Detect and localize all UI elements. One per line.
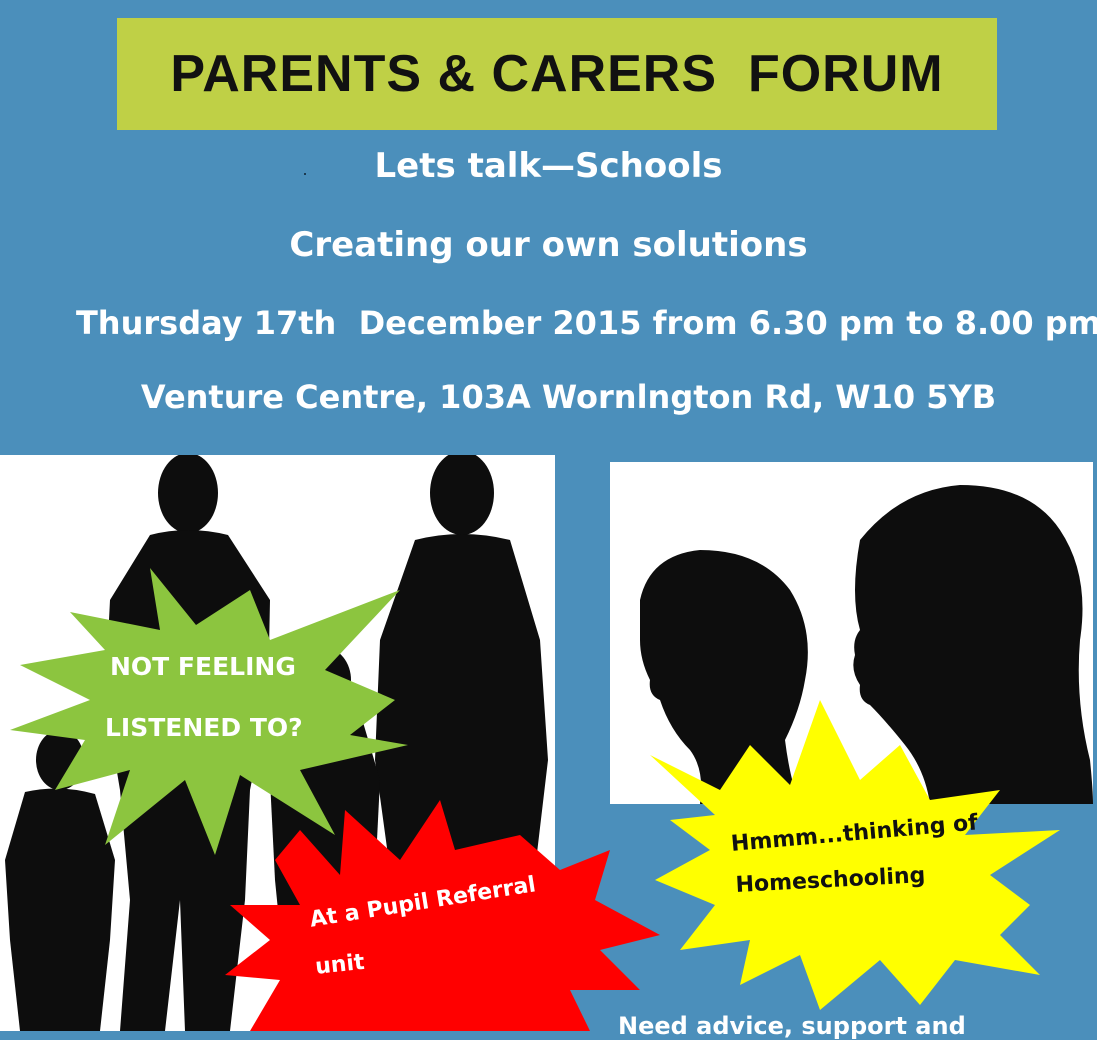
yellow-burst-line2: Homeschooling — [735, 863, 926, 898]
green-burst-line1: NOT FEELING — [110, 652, 296, 681]
subtitle: Creating our own solutions — [289, 225, 808, 265]
family-photo-panel — [0, 455, 555, 1031]
title-banner: PARENTS & CARERS FORUM — [117, 18, 997, 130]
green-burst-line2: LISTENED TO? — [105, 713, 303, 742]
event-date-time: Thursday 17th December 2015 from 6.30 pm… — [75, 304, 1097, 342]
red-burst-line2: unit — [314, 949, 366, 980]
yellow-burst-line1: Hmmm...thinking of — [730, 810, 979, 857]
bottom-cut-text: Need advice, support and — [618, 1012, 966, 1040]
forum-title: PARENTS & CARERS FORUM — [170, 45, 944, 103]
profiles-photo-panel — [610, 462, 1093, 804]
event-venue: Venture Centre, 103A Wornlngton Rd, W10 … — [140, 378, 997, 416]
tagline: Lets talk—Schools — [374, 146, 723, 186]
